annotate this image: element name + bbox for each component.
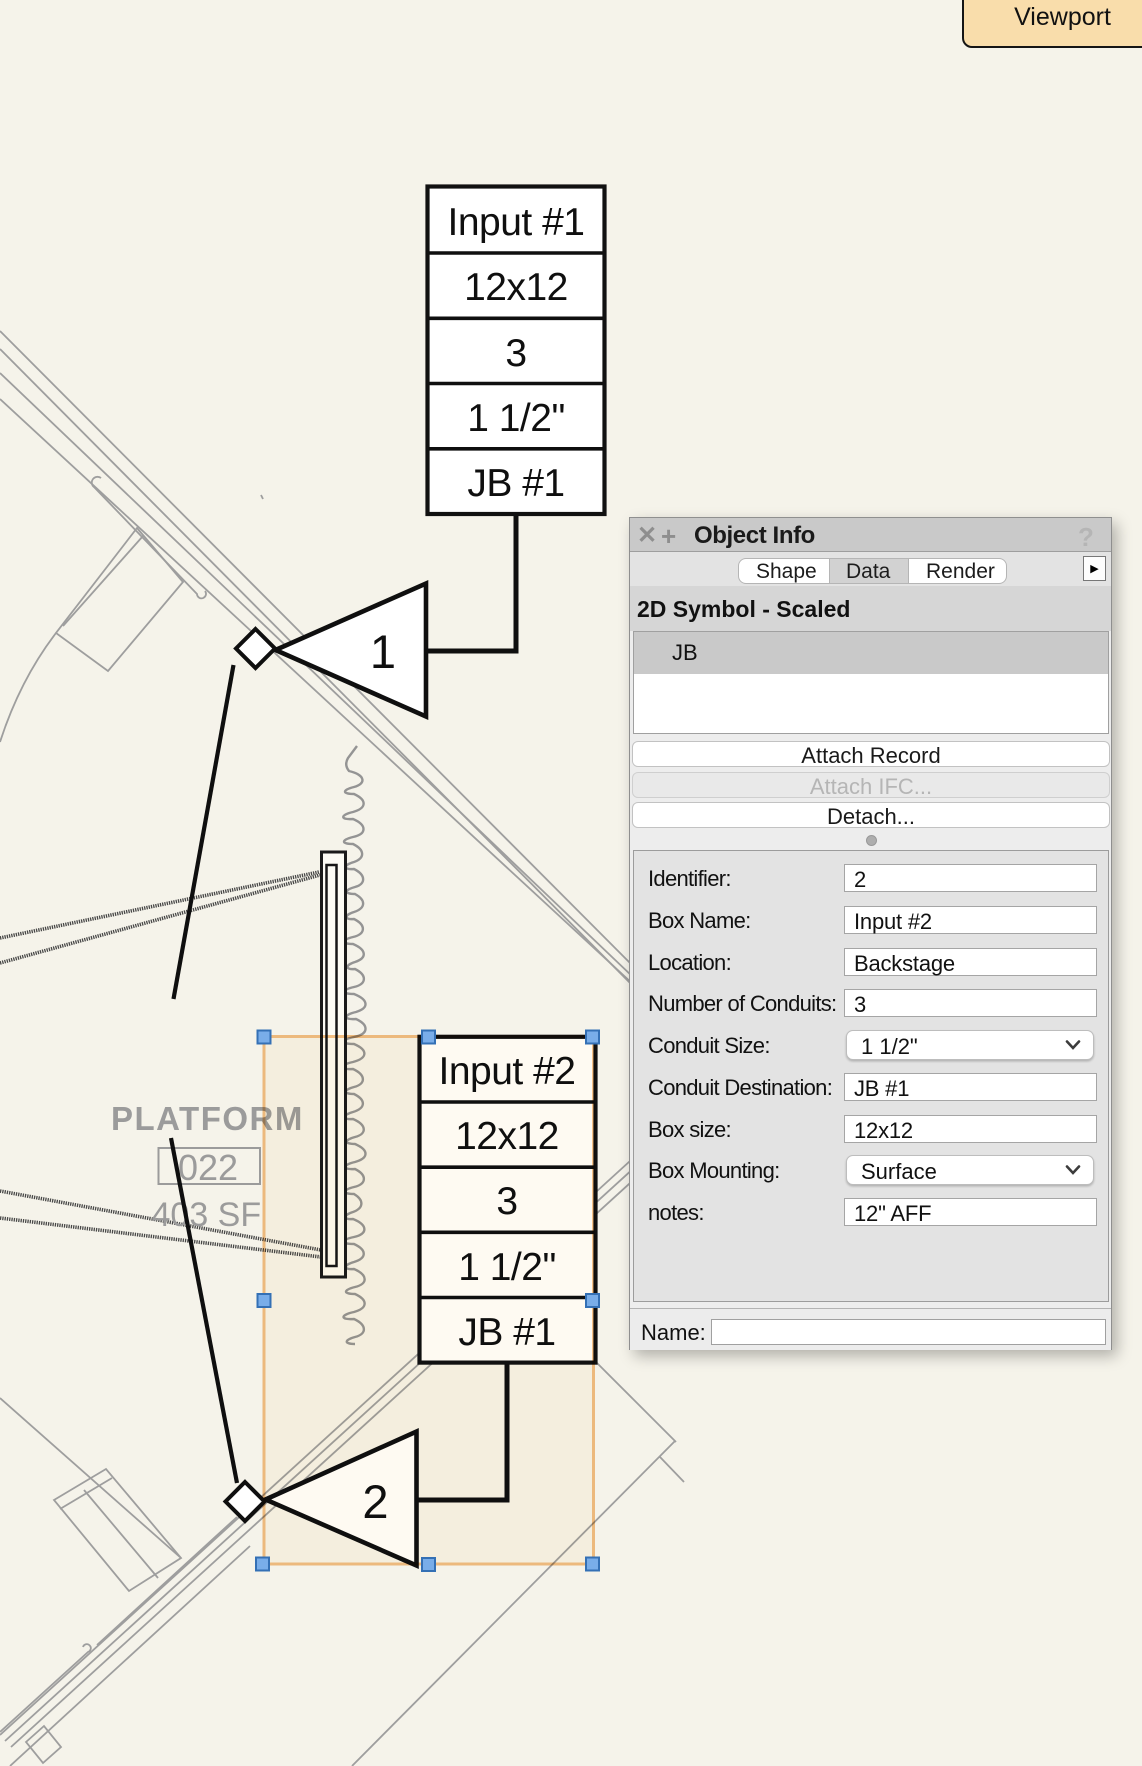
svg-text:1 1/2": 1 1/2" [467,397,565,440]
svg-text:3: 3 [505,332,526,375]
svg-text:JB #1: JB #1 [467,462,564,505]
svg-text:1: 1 [370,625,396,678]
svg-text:022: 022 [178,1147,238,1188]
svg-text:403 SF: 403 SF [152,1196,262,1234]
svg-text:Input #1: Input #1 [448,201,585,244]
svg-text:12x12: 12x12 [464,266,568,309]
